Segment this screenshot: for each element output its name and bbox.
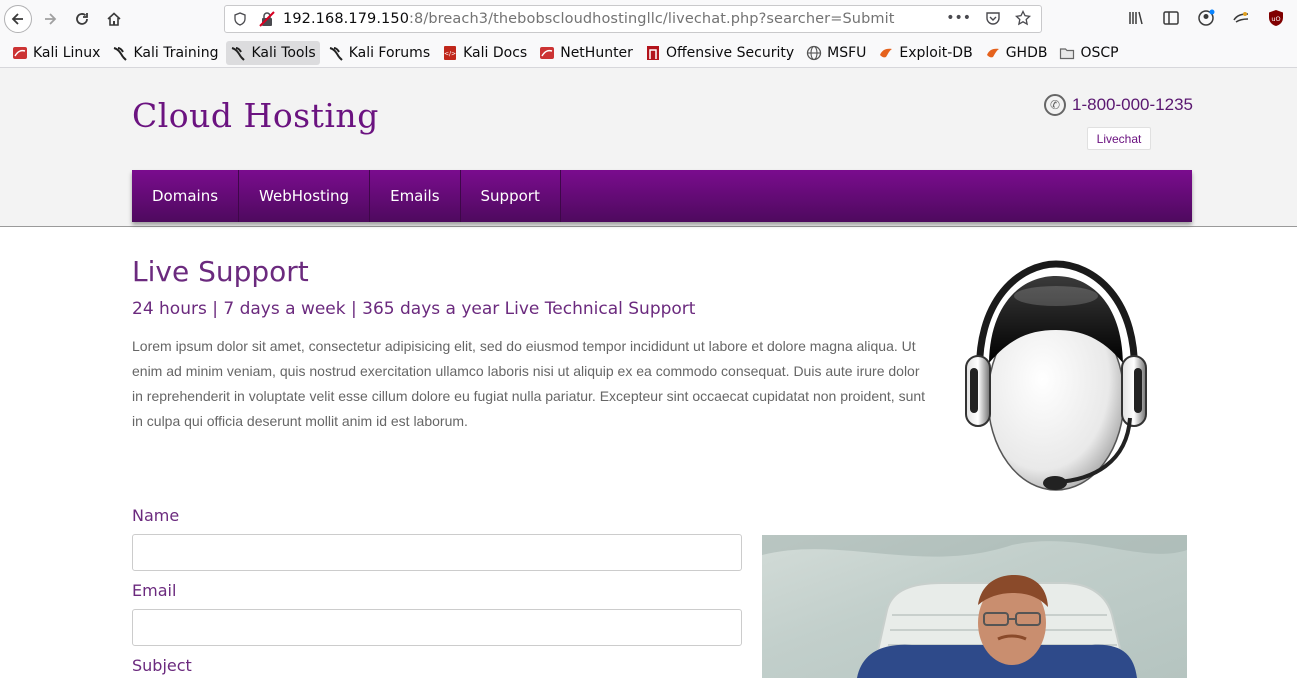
home-icon [107, 12, 121, 26]
reload-button[interactable] [68, 5, 96, 33]
bookmark-offensive-security[interactable]: Offensive Security [641, 41, 798, 65]
bookmark-label: NetHunter [560, 44, 633, 61]
bookmark-label: Kali Forums [348, 44, 431, 61]
nav-domains[interactable]: Domains [132, 170, 240, 222]
back-button[interactable] [4, 5, 32, 33]
kali-icon [13, 46, 27, 59]
email-label: Email [132, 581, 177, 600]
svg-text:</>: </> [444, 50, 456, 57]
page-title: Live Support [132, 255, 309, 288]
tracking-shield-icon[interactable] [233, 12, 247, 26]
kali-icon [540, 46, 555, 59]
url-bar[interactable]: 192.168.179.150:8/breach3/thebobscloudho… [224, 5, 1042, 33]
bookmark-kali-training[interactable]: Kali Training [108, 41, 222, 65]
offsec-icon [646, 45, 659, 60]
url-actions: ••• [946, 10, 1031, 26]
ublock-icon[interactable]: uO [1267, 9, 1285, 27]
url-text[interactable]: 192.168.179.150:8/breach3/thebobscloudho… [283, 11, 895, 27]
bookmark-label: GHDB [1005, 44, 1048, 61]
more-icon[interactable]: ••• [946, 10, 971, 26]
forward-arrow-icon [45, 13, 57, 25]
bookmark-oscp[interactable]: OSCP [1055, 41, 1122, 65]
bookmark-star-icon[interactable] [1015, 10, 1031, 26]
bookmark-label: Kali Training [133, 44, 219, 61]
bookmark-label: Exploit-DB [899, 44, 973, 61]
pocket-icon[interactable] [985, 10, 1001, 26]
bookmark-label: MSFU [827, 44, 867, 61]
email-input[interactable] [132, 609, 742, 646]
browser-toolbar: 192.168.179.150:8/breach3/thebobscloudho… [0, 0, 1297, 38]
bookmark-msfu[interactable]: MSFU [802, 41, 870, 65]
reload-icon [76, 13, 88, 25]
bookmark-label: Kali Docs [463, 44, 528, 61]
exploitdb-icon [880, 48, 893, 57]
docs-icon: </> [444, 45, 456, 60]
bookmark-kali-forums[interactable]: Kali Forums [324, 41, 434, 65]
site-header: Cloud Hosting ✆ 1-800-000-1235 Livechat … [0, 68, 1297, 227]
support-headset-illustration [965, 260, 1147, 491]
bookmark-exploit-db[interactable]: Exploit-DB [874, 41, 976, 65]
kali-dragon-icon [232, 46, 246, 61]
name-label: Name [132, 506, 180, 525]
bookmark-nethunter[interactable]: NetHunter [535, 41, 637, 65]
beach-photo-image [762, 535, 1187, 678]
phone-number: 1-800-000-1235 [1072, 95, 1193, 114]
bookmark-label: OSCP [1080, 44, 1119, 61]
bookmark-kali-docs[interactable]: </> Kali Docs [438, 41, 531, 65]
main-nav: Domains WebHosting Emails Support [132, 170, 1192, 222]
home-button[interactable] [100, 5, 128, 33]
bookmark-label: Kali Linux [33, 44, 101, 61]
account-icon[interactable] [1197, 9, 1215, 27]
bookmark-label: Kali Tools [251, 44, 316, 61]
page-subtitle: 24 hours | 7 days a week | 365 days a ye… [132, 299, 696, 319]
url-path: :8/breach3/thebobscloudhostingllc/livech… [409, 11, 895, 27]
subject-label: Subject [132, 656, 192, 675]
nav-emails[interactable]: Emails [370, 170, 461, 222]
insecure-lock-icon[interactable] [259, 11, 275, 27]
back-arrow-icon [11, 13, 23, 25]
url-host: 192.168.179.150 [283, 11, 410, 27]
toolbar-right: uO [1127, 9, 1285, 27]
bookmark-kali-linux[interactable]: Kali Linux [8, 41, 104, 65]
extension-icon[interactable] [1232, 9, 1250, 27]
bookmark-kali-tools[interactable]: Kali Tools [226, 40, 320, 65]
kali-dragon-icon [114, 46, 128, 61]
nav-support[interactable]: Support [461, 170, 561, 222]
folder-icon [1060, 47, 1075, 59]
bookmark-label: Offensive Security [665, 44, 795, 61]
exploitdb-icon [986, 48, 999, 57]
nav-webhosting[interactable]: WebHosting [239, 170, 371, 222]
kali-dragon-icon [329, 46, 343, 61]
livechat-button[interactable]: Livechat [1087, 127, 1151, 150]
page-content: Cloud Hosting ✆ 1-800-000-1235 Livechat … [0, 68, 1297, 678]
phone-contact: ✆ 1-800-000-1235 [1044, 94, 1193, 116]
library-icon[interactable] [1127, 9, 1145, 27]
sidebar-icon[interactable] [1162, 9, 1180, 27]
beach-photo [762, 535, 1187, 678]
svg-text:uO: uO [1271, 15, 1280, 23]
forward-button[interactable] [36, 5, 64, 33]
bookmarks-bar: Kali Linux Kali Training Kali Tools Kali… [0, 38, 1297, 68]
intro-paragraph: Lorem ipsum dolor sit amet, consectetur … [132, 338, 926, 429]
name-input[interactable] [132, 534, 742, 571]
site-logo[interactable]: Cloud Hosting [132, 96, 379, 135]
bookmark-ghdb[interactable]: GHDB [981, 41, 1052, 65]
phone-icon: ✆ [1044, 94, 1066, 116]
globe-icon [806, 45, 822, 60]
